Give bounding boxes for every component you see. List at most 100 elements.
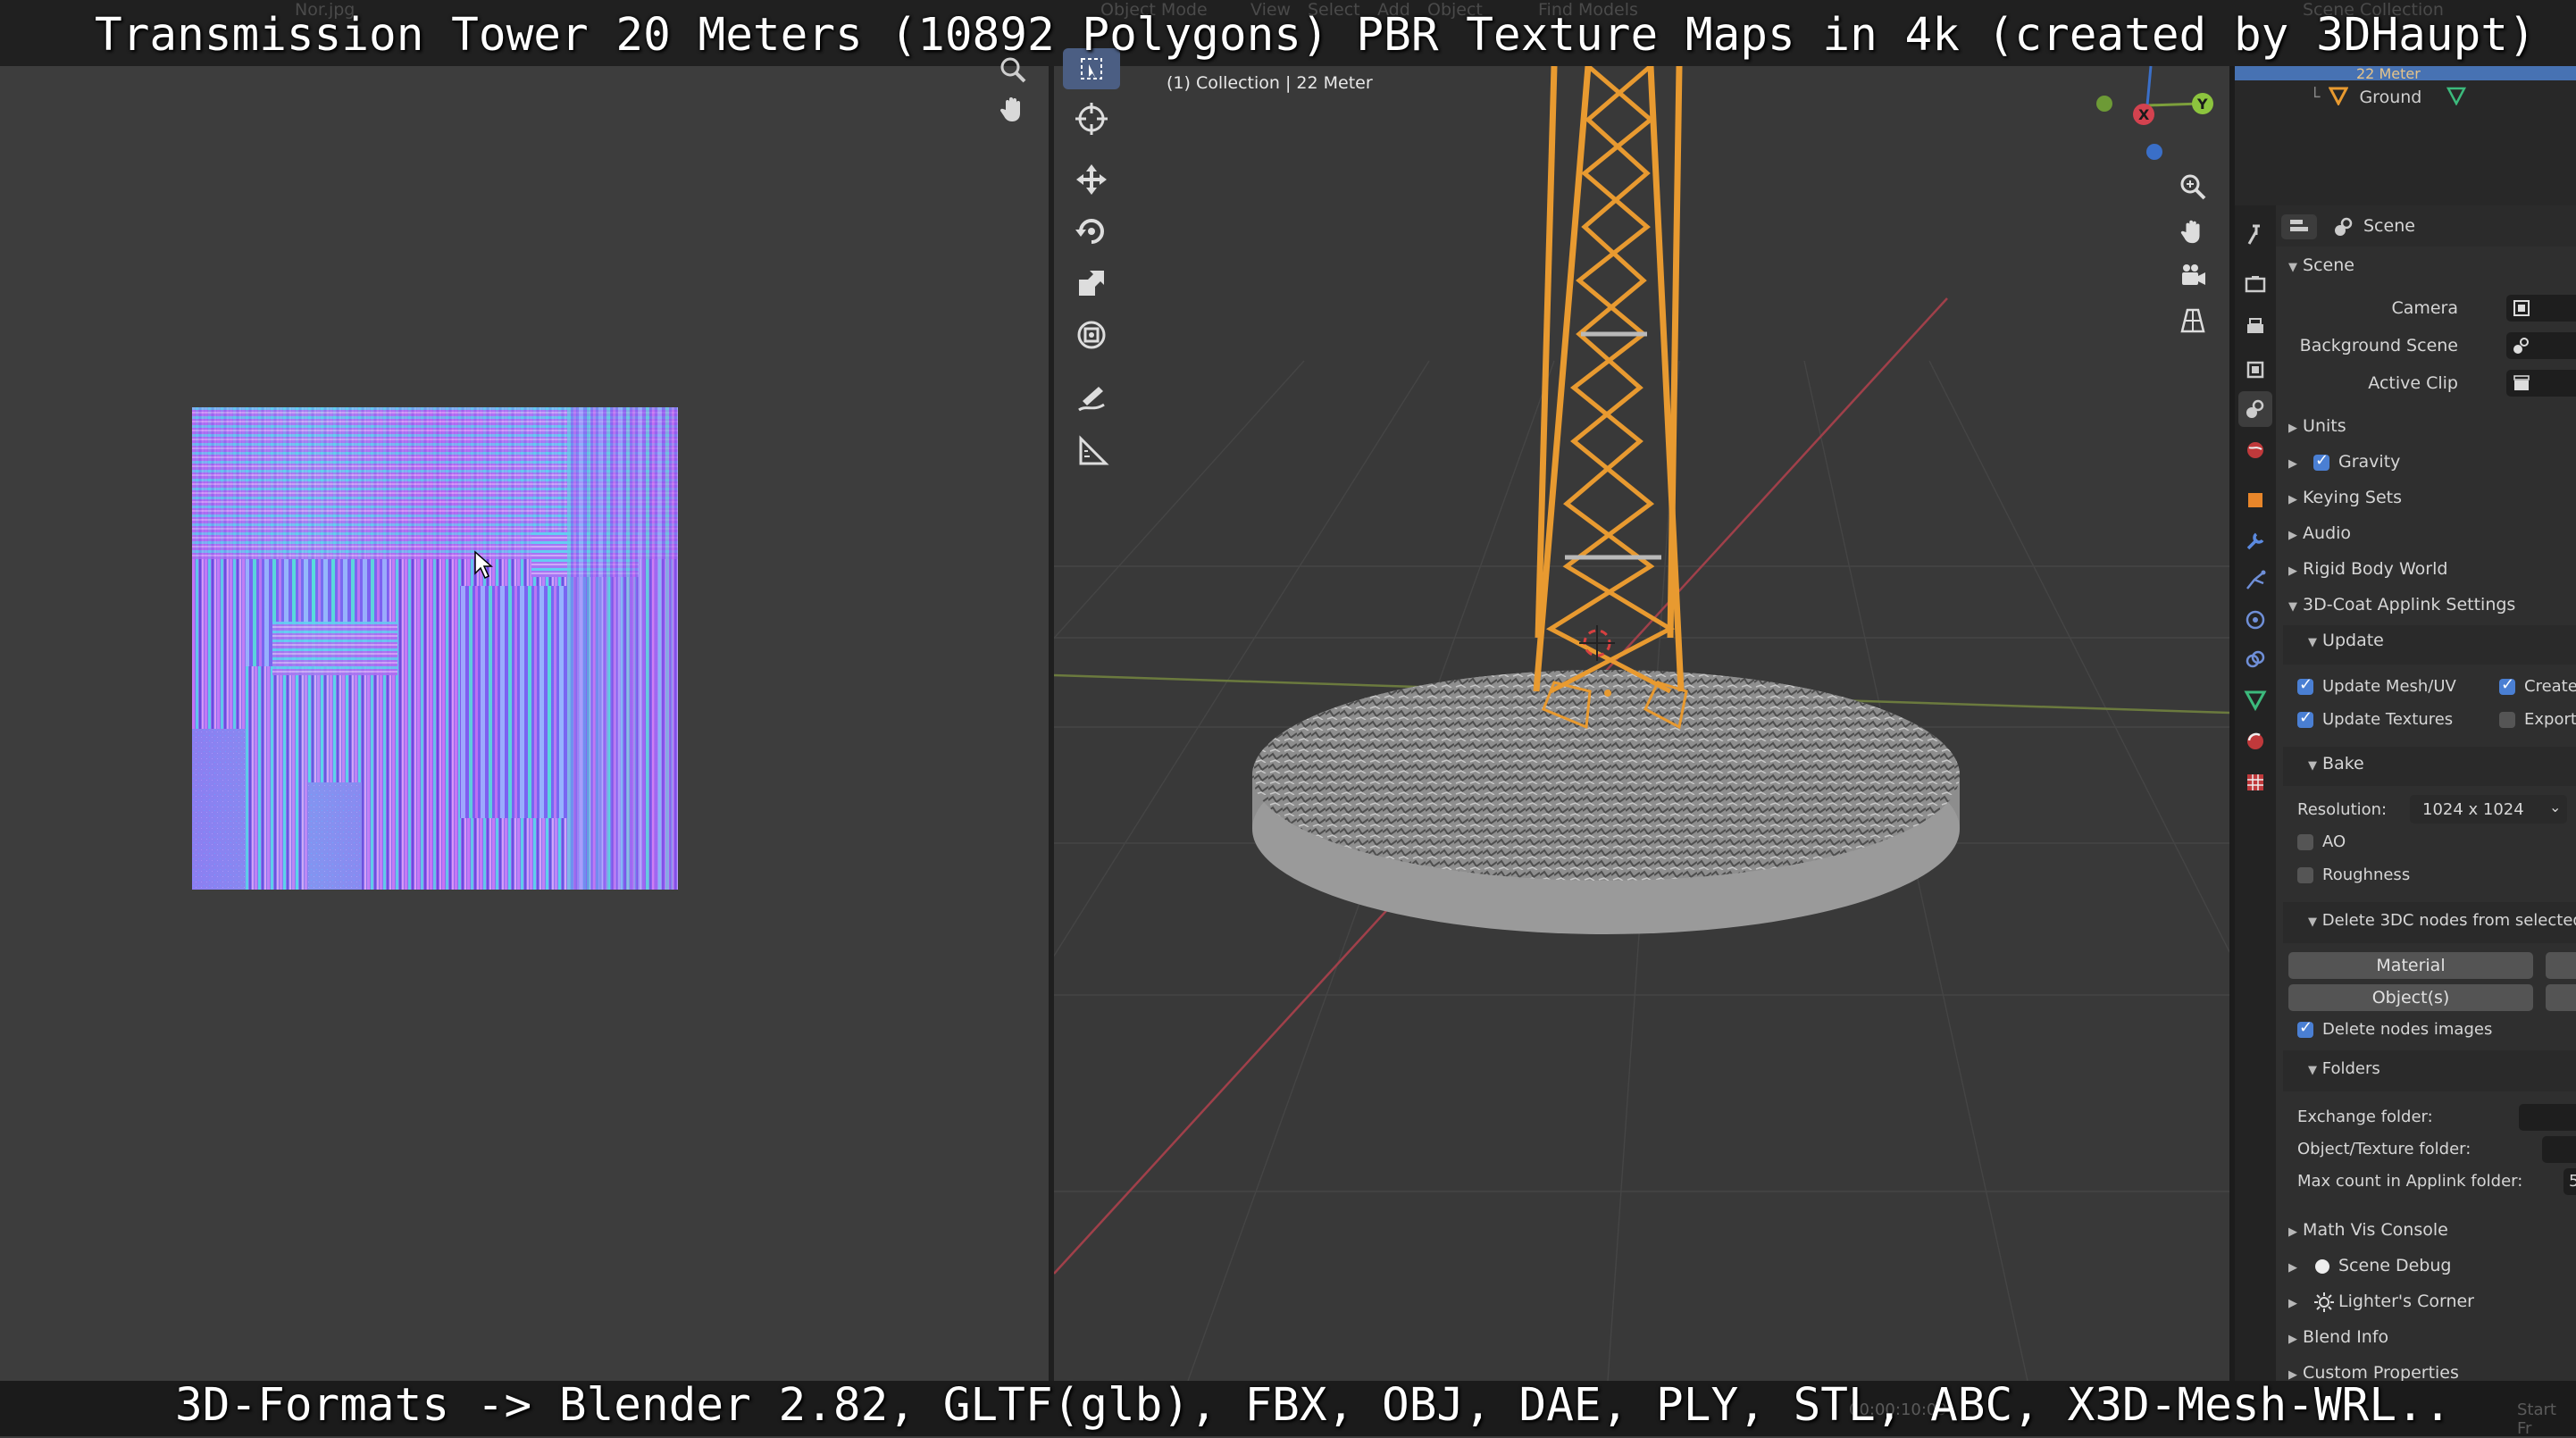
exchange-folder-field[interactable] xyxy=(2519,1104,2576,1131)
measure-tool-icon[interactable] xyxy=(1063,427,1120,475)
active-clip-label: Active Clip xyxy=(2368,373,2458,393)
camera-object-icon xyxy=(2512,298,2531,322)
formats-caption: 3D-Formats -> Blender 2.82, GLTF(glb), F… xyxy=(175,1379,2452,1432)
scale-tool-icon[interactable] xyxy=(1063,259,1120,307)
delete-nodes-images-checkbox[interactable] xyxy=(2297,1018,2313,1038)
material-extra-button[interactable] xyxy=(2546,952,2576,979)
chevron-down-icon: ⌄ xyxy=(2549,798,2562,815)
output-tab-icon[interactable] xyxy=(2238,309,2272,345)
outliner-row-ground[interactable]: └ Ground xyxy=(2235,82,2576,113)
mesh-object-icon xyxy=(2328,86,2349,110)
delete-nodes-subpanel: ▼ Delete 3DC nodes from selected xyxy=(2308,911,2576,930)
audio-label: Audio xyxy=(2303,523,2352,543)
zoom-view-icon[interactable] xyxy=(2172,166,2213,207)
texture-tab-icon[interactable] xyxy=(2238,765,2272,800)
3d-cursor-tool-icon[interactable] xyxy=(1063,95,1120,143)
camera-label: Camera xyxy=(2391,298,2458,318)
roughness-label: Roughness xyxy=(2322,865,2411,884)
scene-panel-header[interactable]: ▼ Scene xyxy=(2288,255,2354,275)
particles-tab-icon[interactable] xyxy=(2238,563,2272,598)
ao-checkbox[interactable] xyxy=(2297,834,2313,850)
viewport-info-text: (1) Collection | 22 Meter xyxy=(1167,73,1373,93)
outliner-row-selected[interactable]: 22 Meter xyxy=(2235,66,2576,80)
folders-subpanel: ▼ Folders xyxy=(2308,1059,2380,1078)
gizmo-x-label: X xyxy=(2138,106,2150,123)
scene-data-icon xyxy=(2512,336,2531,359)
pan-view-icon[interactable] xyxy=(2172,211,2213,252)
keying-sets-section[interactable]: ▶ Keying Sets xyxy=(2288,488,2402,507)
blend-info-label: Blend Info xyxy=(2303,1327,2389,1347)
custom-properties-label: Custom Properties xyxy=(2303,1363,2459,1381)
units-section[interactable]: ▶ Units xyxy=(2288,416,2346,436)
material-button[interactable]: Material xyxy=(2288,952,2533,979)
move-tool-icon[interactable] xyxy=(1063,155,1120,204)
max-count-value: 5 xyxy=(2569,1172,2576,1191)
scene-context-icon xyxy=(2333,216,2354,241)
hand-pan-icon[interactable] xyxy=(993,89,1033,129)
rigid-body-world-label: Rigid Body World xyxy=(2303,559,2448,579)
update-mesh-uv-checkbox[interactable] xyxy=(2297,675,2313,695)
outliner-item-22-meter[interactable]: 22 Meter xyxy=(2356,66,2421,80)
mesh-data-tab-icon[interactable] xyxy=(2238,682,2272,718)
rigid-body-world-section[interactable]: ▶ Rigid Body World xyxy=(2288,559,2447,579)
annotate-tool-icon[interactable] xyxy=(1063,375,1120,423)
physics-tab-icon[interactable] xyxy=(2238,602,2272,638)
blend-info-section[interactable]: ▶ Blend Info xyxy=(2288,1327,2388,1347)
update-subpanel: ▼ Update xyxy=(2308,631,2384,650)
world-tab-icon[interactable] xyxy=(2238,432,2272,468)
modifier-tab-icon[interactable] xyxy=(2238,523,2272,559)
lighters-corner-section[interactable]: ▶ xyxy=(2288,1292,2297,1311)
transform-tool-icon[interactable] xyxy=(1063,311,1120,359)
update-mesh-uv-label: Update Mesh/UV xyxy=(2322,677,2456,696)
properties-tab-column xyxy=(2235,205,2276,1381)
material-tab-icon[interactable] xyxy=(2238,723,2272,759)
tool-settings-tab-icon[interactable] xyxy=(2238,216,2272,252)
update-textures-label: Update Textures xyxy=(2322,710,2454,729)
mouse-cursor-icon xyxy=(474,550,493,580)
outliner-item-ground[interactable]: Ground xyxy=(2359,88,2421,107)
gravity-checkbox[interactable] xyxy=(2313,451,2329,471)
applink-title: 3D-Coat Applink Settings xyxy=(2303,595,2516,614)
constraints-tab-icon[interactable] xyxy=(2238,641,2272,677)
bake-subpanel: ▼ Bake xyxy=(2308,754,2364,773)
start-frame-label: Start Fr xyxy=(2517,1400,2556,1438)
perspective-grid-icon[interactable] xyxy=(2172,300,2213,341)
export-checkbox[interactable] xyxy=(2499,712,2515,728)
rotate-tool-icon[interactable] xyxy=(1063,207,1120,255)
normal-map-texture-image xyxy=(192,407,678,890)
outliner-panel[interactable]: 22 Meter └ Ground xyxy=(2235,66,2576,205)
movie-clip-icon xyxy=(2512,373,2531,397)
math-vis-console-section[interactable]: ▶ Math Vis Console xyxy=(2288,1220,2448,1240)
properties-panel[interactable]: Scene ▼ Scene Camera Background Scene Ac… xyxy=(2276,205,2576,1381)
export-label: Export xyxy=(2524,710,2576,729)
object-tab-icon[interactable] xyxy=(2238,482,2272,518)
roughness-checkbox[interactable] xyxy=(2297,867,2313,883)
objects-button[interactable]: Object(s) xyxy=(2288,984,2533,1011)
gravity-label: Gravity xyxy=(2338,452,2401,472)
editor-type-icon[interactable] xyxy=(2281,214,2317,239)
gravity-section[interactable]: ▶ xyxy=(2288,452,2297,472)
object-texture-folder-field[interactable] xyxy=(2542,1136,2576,1163)
resolution-value: 1024 x 1024 xyxy=(2422,800,2524,819)
audio-section[interactable]: ▶ Audio xyxy=(2288,523,2351,543)
max-count-label: Max count in Applink folder: xyxy=(2297,1172,2523,1191)
navigation-gizmo[interactable]: X Y xyxy=(2081,63,2215,170)
applink-section[interactable]: ▼ 3D-Coat Applink Settings xyxy=(2288,595,2515,614)
create-checkbox[interactable] xyxy=(2499,675,2515,695)
update-textures-checkbox[interactable] xyxy=(2297,708,2313,728)
custom-properties-section[interactable]: ▶ Custom Properties xyxy=(2288,1363,2459,1381)
background-scene-label: Background Scene xyxy=(2299,336,2458,355)
3d-viewport[interactable] xyxy=(1054,66,2229,1381)
scene-debug-section[interactable]: ▶ xyxy=(2288,1256,2297,1275)
properties-header xyxy=(2276,205,2576,247)
delete-nodes-title: Delete 3DC nodes from selected xyxy=(2321,911,2576,930)
scene-tab-icon[interactable] xyxy=(2238,391,2272,427)
render-tab-icon[interactable] xyxy=(2238,266,2272,302)
objects-extra-button[interactable] xyxy=(2546,984,2576,1011)
sun-icon xyxy=(2313,1292,2335,1317)
delete-nodes-images-label: Delete nodes images xyxy=(2322,1020,2493,1039)
camera-view-icon[interactable] xyxy=(2172,255,2213,297)
units-label: Units xyxy=(2303,416,2346,436)
bake-title: Bake xyxy=(2322,754,2364,773)
view-layer-tab-icon[interactable] xyxy=(2238,352,2272,388)
